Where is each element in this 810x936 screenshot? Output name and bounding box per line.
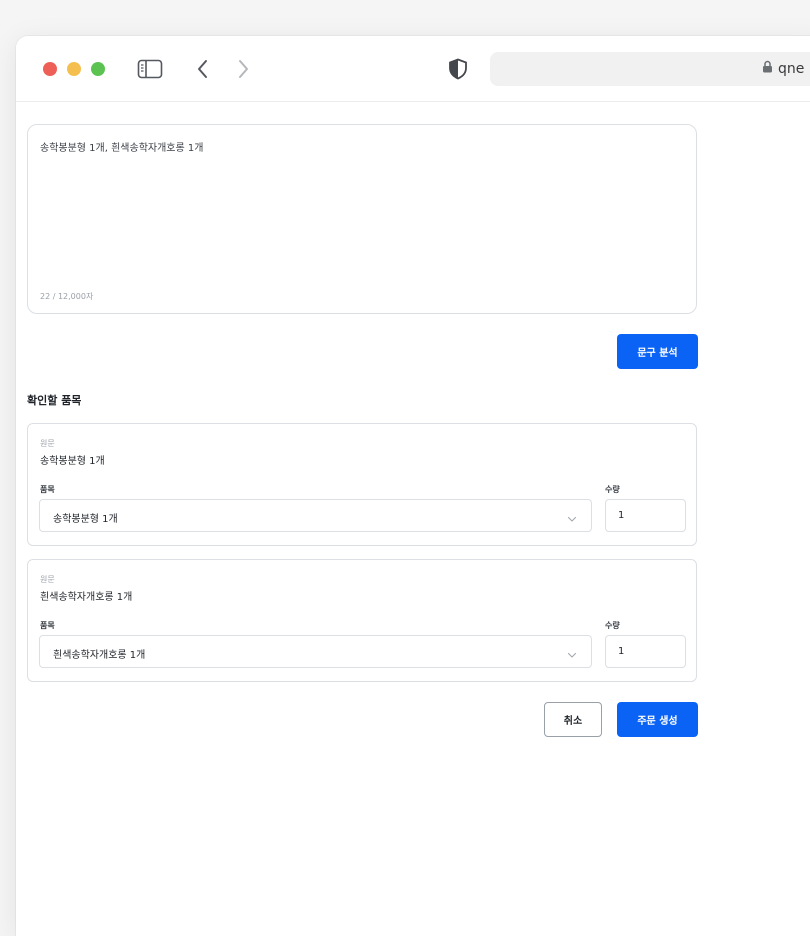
address-text[interactable]: qne	[762, 60, 804, 77]
item-select-value: 송학봉분형 1개	[53, 514, 118, 525]
order-text-input[interactable]: 송학봉분형 1개, 흰색송학자개호롱 1개 22 / 12,000자	[27, 124, 697, 314]
minimize-window-button[interactable]	[67, 62, 81, 76]
item-label: 품목	[40, 621, 55, 630]
maximize-window-button[interactable]	[91, 62, 105, 76]
close-window-button[interactable]	[43, 62, 57, 76]
quantity-input[interactable]: 1	[605, 499, 686, 532]
section-title: 확인할 품목	[27, 394, 82, 407]
cancel-button[interactable]: 취소	[544, 702, 602, 737]
page-content: 송학봉분형 1개, 흰색송학자개호롱 1개 22 / 12,000자 문구 분석…	[16, 102, 810, 936]
analyze-text-button[interactable]: 문구 분석	[617, 334, 698, 369]
item-select[interactable]: 송학봉분형 1개	[39, 499, 592, 532]
privacy-shield-icon[interactable]	[445, 56, 471, 82]
quantity-label: 수량	[605, 485, 620, 494]
quantity-value: 1	[618, 646, 625, 657]
quantity-label: 수량	[605, 621, 620, 630]
item-card: 원문 송학봉분형 1개 품목 수량 송학봉분형 1개 1	[27, 423, 697, 546]
item-select-value: 흰색송학자개호롱 1개	[53, 650, 146, 661]
item-label: 품목	[40, 485, 55, 494]
chevron-down-icon	[567, 509, 577, 522]
sidebar-toggle-icon[interactable]	[137, 56, 163, 82]
browser-window: qne 송학봉분형 1개, 흰색송학자개호롱 1개 22 / 12,000자 문…	[16, 36, 810, 936]
create-order-button[interactable]: 주문 생성	[617, 702, 698, 737]
char-count: 22 / 12,000자	[40, 292, 94, 301]
original-label: 원문	[40, 575, 55, 584]
browser-toolbar: qne	[16, 36, 810, 102]
item-card: 원문 흰색송학자개호롱 1개 품목 수량 흰색송학자개호롱 1개 1	[27, 559, 697, 682]
quantity-value: 1	[618, 510, 625, 521]
quantity-input[interactable]: 1	[605, 635, 686, 668]
chevron-down-icon	[567, 645, 577, 658]
order-text-value: 송학봉분형 1개, 흰색송학자개호롱 1개	[40, 143, 204, 154]
back-arrow-icon[interactable]	[190, 56, 216, 82]
item-select[interactable]: 흰색송학자개호롱 1개	[39, 635, 592, 668]
original-text: 송학봉분형 1개	[40, 456, 105, 467]
lock-icon	[762, 60, 773, 77]
original-label: 원문	[40, 439, 55, 448]
original-text: 흰색송학자개호롱 1개	[40, 592, 133, 603]
forward-arrow-icon[interactable]	[230, 56, 256, 82]
url-text: qne	[778, 60, 805, 77]
